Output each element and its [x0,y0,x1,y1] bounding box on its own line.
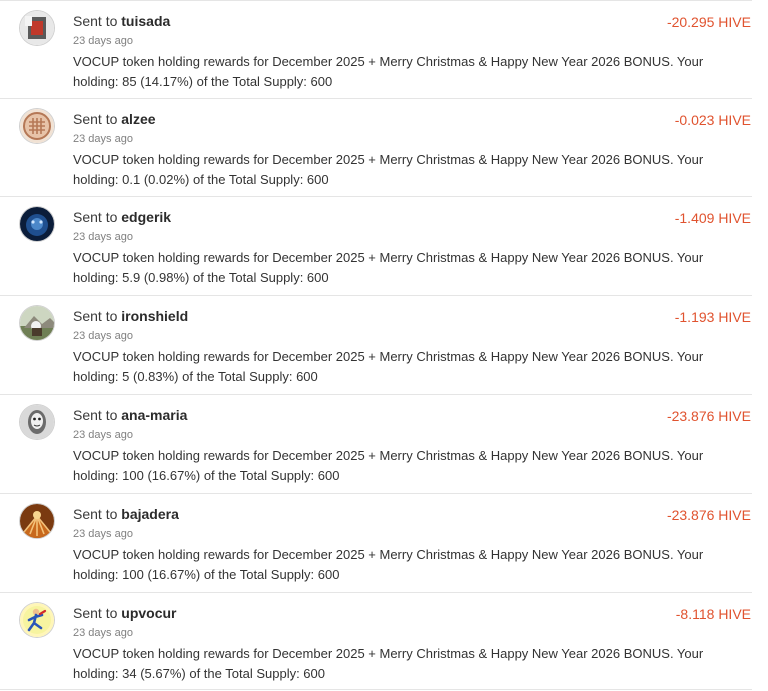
transfer-memo: VOCUP token holding rewards for December… [73,448,704,483]
recipient-link[interactable]: upvocur [121,605,176,621]
transfer-row: Sent to tuisada 23 days ago VOCUP token … [0,0,752,98]
transfer-title: Sent to alzee [73,110,156,128]
recipient-link[interactable]: alzee [121,111,155,127]
crosshatch-logo-avatar-icon[interactable] [20,109,54,143]
phone-photo-avatar-icon[interactable] [20,11,54,45]
transfer-row: Sent to alzee 23 days ago VOCUP token ho… [0,98,752,196]
recipient-link[interactable]: bajadera [121,506,179,522]
transfer-title: Sent to ironshield [73,307,188,325]
transfer-prefix: Sent to [73,308,118,324]
transfer-prefix: Sent to [73,605,118,621]
transfer-title: Sent to upvocur [73,604,177,622]
recipient-link[interactable]: tuisada [121,13,170,29]
transfer-memo: VOCUP token holding rewards for December… [73,54,704,89]
recipient-link[interactable]: ironshield [121,308,188,324]
timestamp: 23 days ago [73,133,133,145]
transfer-row: Sent to bajadera 23 days ago VOCUP token… [0,493,752,591]
timestamp: 23 days ago [73,429,133,441]
transfer-prefix: Sent to [73,13,118,29]
transfer-row: Sent to edgerik 23 days ago VOCUP token … [0,196,752,294]
transfer-row: Sent to ironshield 23 days ago VOCUP tok… [0,295,752,393]
recipient-link[interactable]: ana-maria [121,407,187,423]
transfer-amount: -0.023 HIVE [674,112,751,128]
transfer-amount: -20.295 HIVE [666,14,751,30]
timestamp: 23 days ago [73,627,133,639]
sunburst-logo-avatar-icon[interactable] [20,504,54,538]
recipient-link[interactable]: edgerik [121,209,171,225]
transfer-title: Sent to bajadera [73,505,179,523]
transfer-row: Sent to ana-maria 23 days ago VOCUP toke… [0,394,752,492]
landscape-photo-avatar-icon[interactable] [20,306,54,340]
transfer-amount: -23.876 HIVE [666,507,751,523]
face-sketch-avatar-icon[interactable] [20,405,54,439]
transfer-title: Sent to ana-maria [73,406,187,424]
transfer-amount: -1.193 HIVE [674,309,751,325]
transfer-row: Sent to upvocur 23 days ago VOCUP token … [0,592,752,690]
transfer-amount: -23.876 HIVE [666,408,751,424]
timestamp: 23 days ago [73,35,133,47]
transfer-prefix: Sent to [73,111,118,127]
transfer-history-list: Sent to tuisada 23 days ago VOCUP token … [0,0,768,691]
timestamp: 23 days ago [73,231,133,243]
transfer-prefix: Sent to [73,506,118,522]
cartoon-runner-avatar-icon[interactable] [20,603,54,637]
transfer-memo: VOCUP token holding rewards for December… [73,349,704,384]
transfer-memo: VOCUP token holding rewards for December… [73,250,704,285]
timestamp: 23 days ago [73,528,133,540]
transfer-title: Sent to tuisada [73,12,170,30]
transfer-memo: VOCUP token holding rewards for December… [73,547,704,582]
transfer-prefix: Sent to [73,209,118,225]
blue-creature-avatar-icon[interactable] [20,207,54,241]
transfer-amount: -1.409 HIVE [674,210,751,226]
transfer-amount: -8.118 HIVE [675,606,751,622]
transfer-title: Sent to edgerik [73,208,171,226]
timestamp: 23 days ago [73,330,133,342]
transfer-memo: VOCUP token holding rewards for December… [73,646,704,681]
transfer-prefix: Sent to [73,407,118,423]
transfer-memo: VOCUP token holding rewards for December… [73,152,704,187]
